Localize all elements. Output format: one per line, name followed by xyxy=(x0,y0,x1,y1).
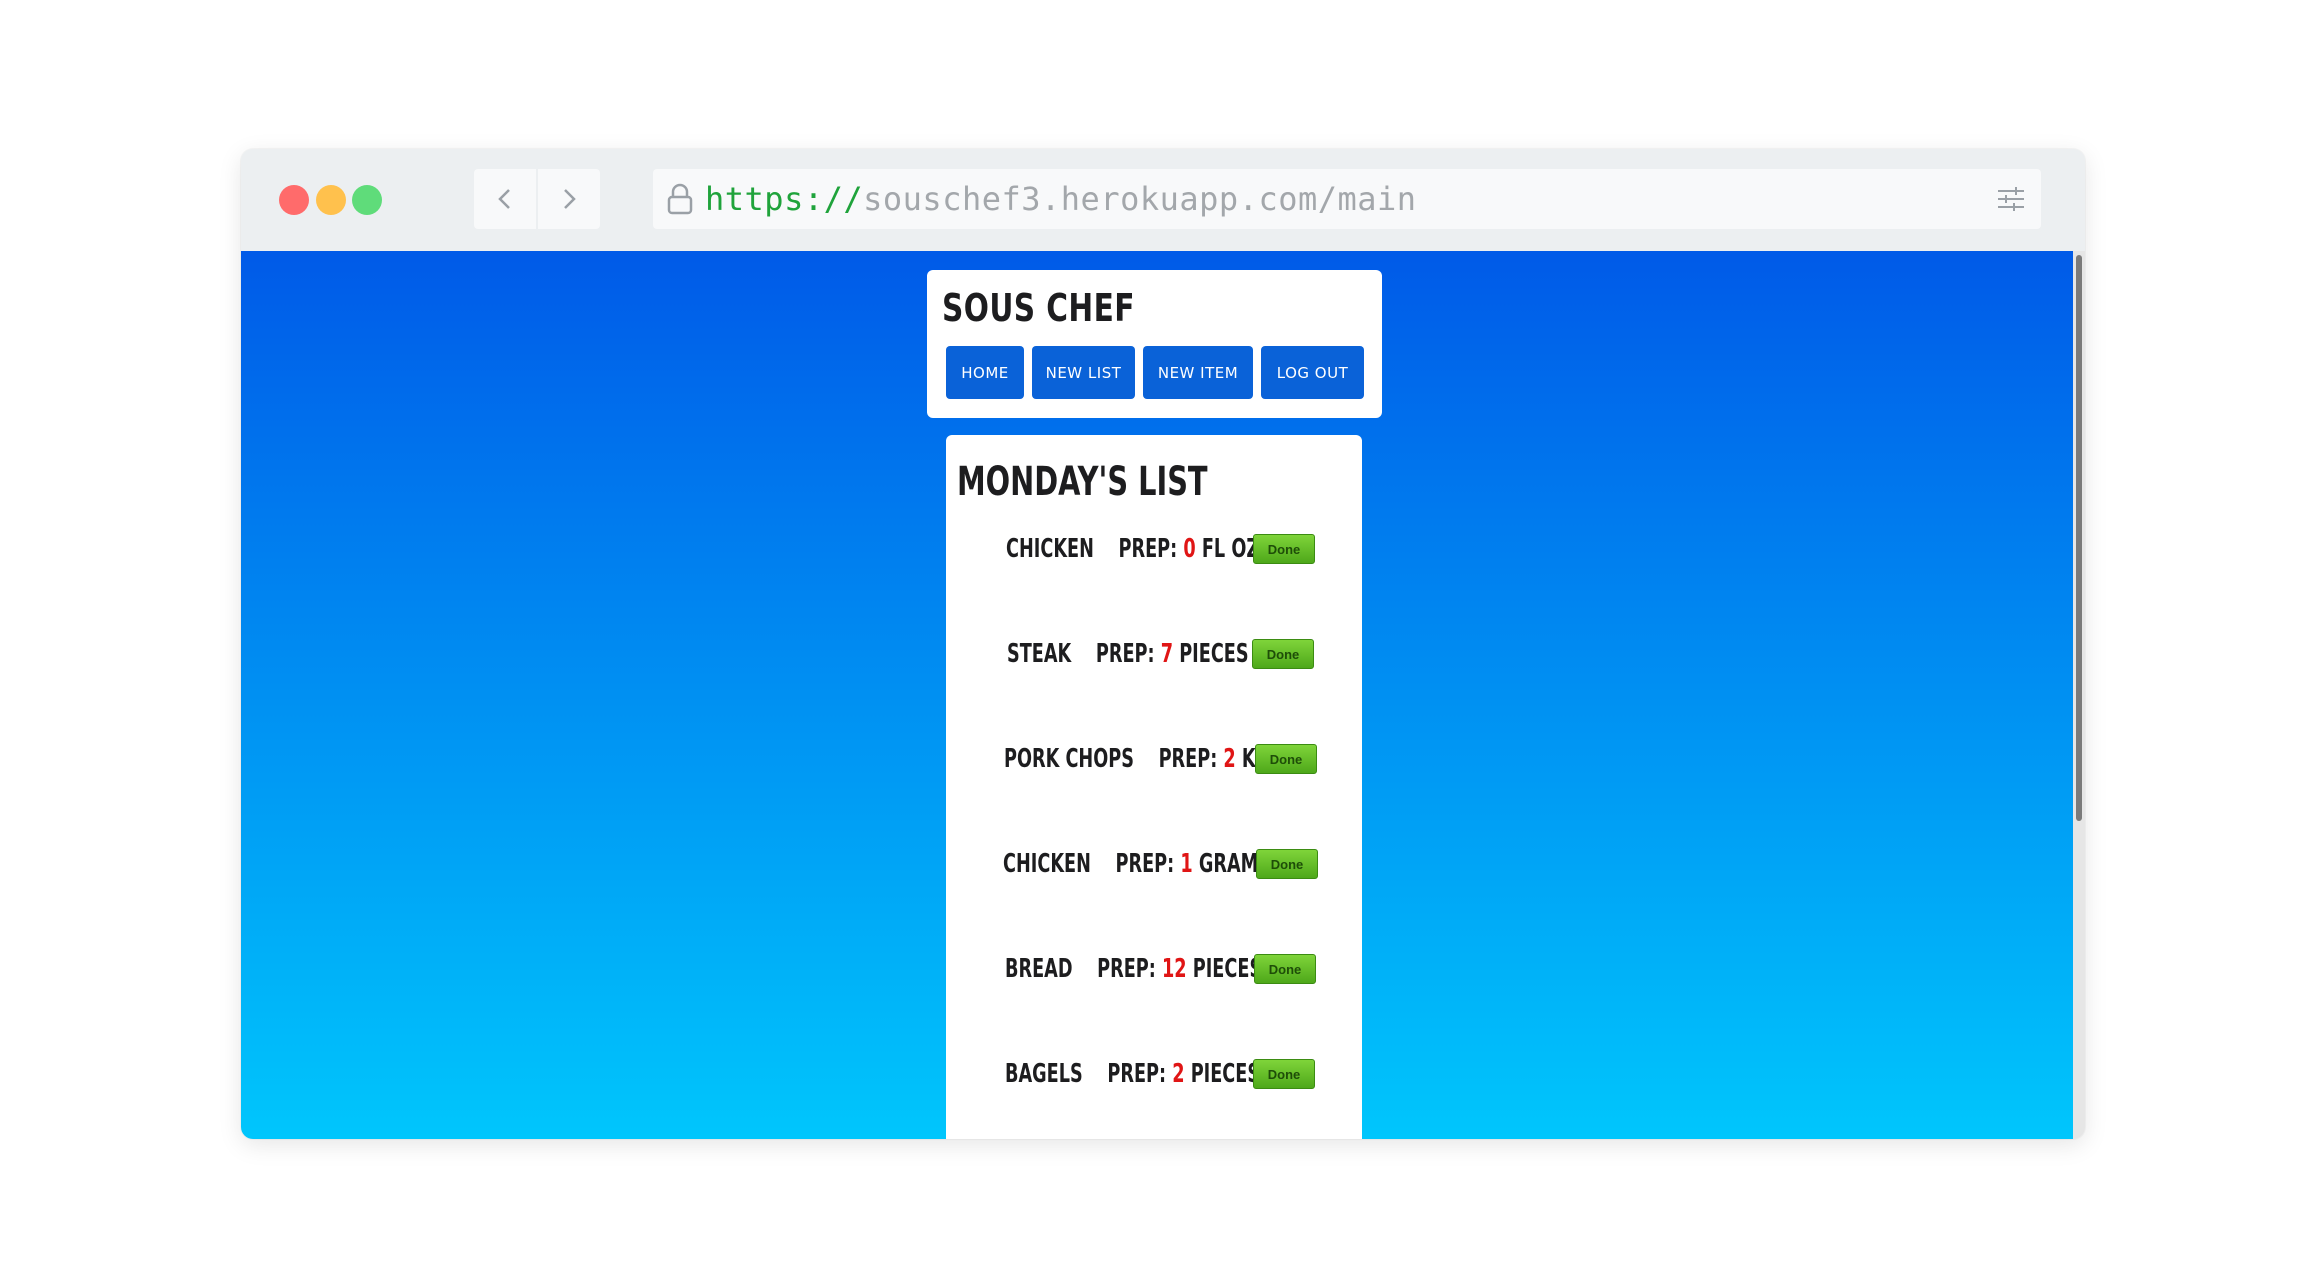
browser-toolbar: https://souschef3.herokuapp.com/main xyxy=(241,149,2085,251)
item-quantity: 2 xyxy=(1172,1059,1185,1089)
item-name: CHICKEN xyxy=(1003,849,1091,879)
done-button[interactable]: Done xyxy=(1253,534,1315,564)
chevron-left-icon xyxy=(498,189,510,209)
nav-home-button[interactable]: HOME xyxy=(946,346,1024,399)
done-button[interactable]: Done xyxy=(1256,849,1318,879)
prep-label: PREP: xyxy=(1095,639,1155,669)
nav-new-item-button[interactable]: NEW ITEM xyxy=(1143,346,1253,399)
back-button[interactable] xyxy=(474,169,536,229)
item-unit: PIECES xyxy=(1179,639,1249,669)
item-quantity: 7 xyxy=(1160,639,1174,669)
list-item: PORK CHOPS PREP: 2 KG Done xyxy=(1004,739,1344,779)
nav-new-list-button[interactable]: NEW LIST xyxy=(1032,346,1135,399)
settings-button[interactable] xyxy=(1981,169,2041,229)
item-text: STEAK PREP: 7 PIECES xyxy=(1007,639,1249,669)
item-unit: PIECES xyxy=(1192,954,1263,984)
prep-label: PREP: xyxy=(1097,954,1156,984)
chevron-right-icon xyxy=(564,189,576,209)
item-quantity: 2 xyxy=(1223,744,1236,774)
item-quantity: 1 xyxy=(1180,849,1193,879)
list-card: MONDAY'S LIST CHICKEN PREP: 0 FL OZ Done… xyxy=(946,435,1362,1139)
list-item: CHICKEN PREP: 0 FL OZ Done xyxy=(1006,529,1346,569)
forward-button[interactable] xyxy=(538,169,600,229)
item-name: BAGELS xyxy=(1005,1059,1083,1089)
list-title: MONDAY'S LIST xyxy=(957,459,1208,505)
address-bar[interactable]: https://souschef3.herokuapp.com/main xyxy=(653,169,1988,229)
lock-icon xyxy=(665,182,695,216)
sliders-icon xyxy=(1998,187,2024,211)
url-host-path: souschef3.herokuapp.com/main xyxy=(863,180,1417,218)
item-name: CHICKEN xyxy=(1006,534,1094,564)
item-name: BREAD xyxy=(1005,954,1073,984)
list-item: STEAK PREP: 7 PIECES Done xyxy=(1007,634,1347,674)
done-button[interactable]: Done xyxy=(1252,639,1314,669)
item-text: BREAD PREP: 12 PIECES xyxy=(1005,954,1262,984)
prep-label: PREP: xyxy=(1118,534,1178,564)
vertical-scrollbar[interactable] xyxy=(2073,251,2085,1139)
scrollbar-thumb[interactable] xyxy=(2076,255,2082,821)
item-text: BAGELS PREP: 2 PIECES xyxy=(1005,1059,1260,1089)
list-item: BAGELS PREP: 2 PIECES Done xyxy=(1005,1054,1345,1094)
app-header: SOUS CHEF HOME NEW LIST NEW ITEM LOG OUT xyxy=(927,270,1382,418)
prep-label: PREP: xyxy=(1158,744,1218,774)
url-text: https://souschef3.herokuapp.com/main xyxy=(705,180,1417,218)
brand-title: SOUS CHEF xyxy=(942,286,1135,330)
prep-label: PREP: xyxy=(1115,849,1175,879)
list-item: BREAD PREP: 12 PIECES Done xyxy=(1005,949,1345,989)
minimize-window-button[interactable] xyxy=(316,185,346,215)
maximize-window-button[interactable] xyxy=(352,185,382,215)
item-unit: PIECES xyxy=(1190,1059,1261,1089)
prep-label: PREP: xyxy=(1107,1059,1167,1089)
item-name: PORK CHOPS xyxy=(1004,744,1134,774)
page-viewport: SOUS CHEF HOME NEW LIST NEW ITEM LOG OUT… xyxy=(241,251,2073,1139)
list-item: CHICKEN PREP: 1 GRAMS Done xyxy=(1003,844,1343,884)
done-button[interactable]: Done xyxy=(1254,954,1316,984)
browser-window: https://souschef3.herokuapp.com/main SOU… xyxy=(241,149,2085,1139)
main-nav: HOME NEW LIST NEW ITEM LOG OUT xyxy=(946,346,1364,399)
done-button[interactable]: Done xyxy=(1255,744,1317,774)
url-scheme: https:// xyxy=(705,180,864,218)
item-name: STEAK xyxy=(1007,639,1072,669)
nav-log-out-button[interactable]: LOG OUT xyxy=(1261,346,1364,399)
close-window-button[interactable] xyxy=(279,185,309,215)
item-text: CHICKEN PREP: 1 GRAMS xyxy=(1003,849,1271,879)
done-button[interactable]: Done xyxy=(1253,1059,1315,1089)
item-unit: FL OZ xyxy=(1201,534,1260,564)
item-text: PORK CHOPS PREP: 2 KG xyxy=(1004,744,1270,774)
item-quantity: 12 xyxy=(1162,954,1187,984)
item-quantity: 0 xyxy=(1183,534,1196,564)
item-text: CHICKEN PREP: 0 FL OZ xyxy=(1006,534,1259,564)
